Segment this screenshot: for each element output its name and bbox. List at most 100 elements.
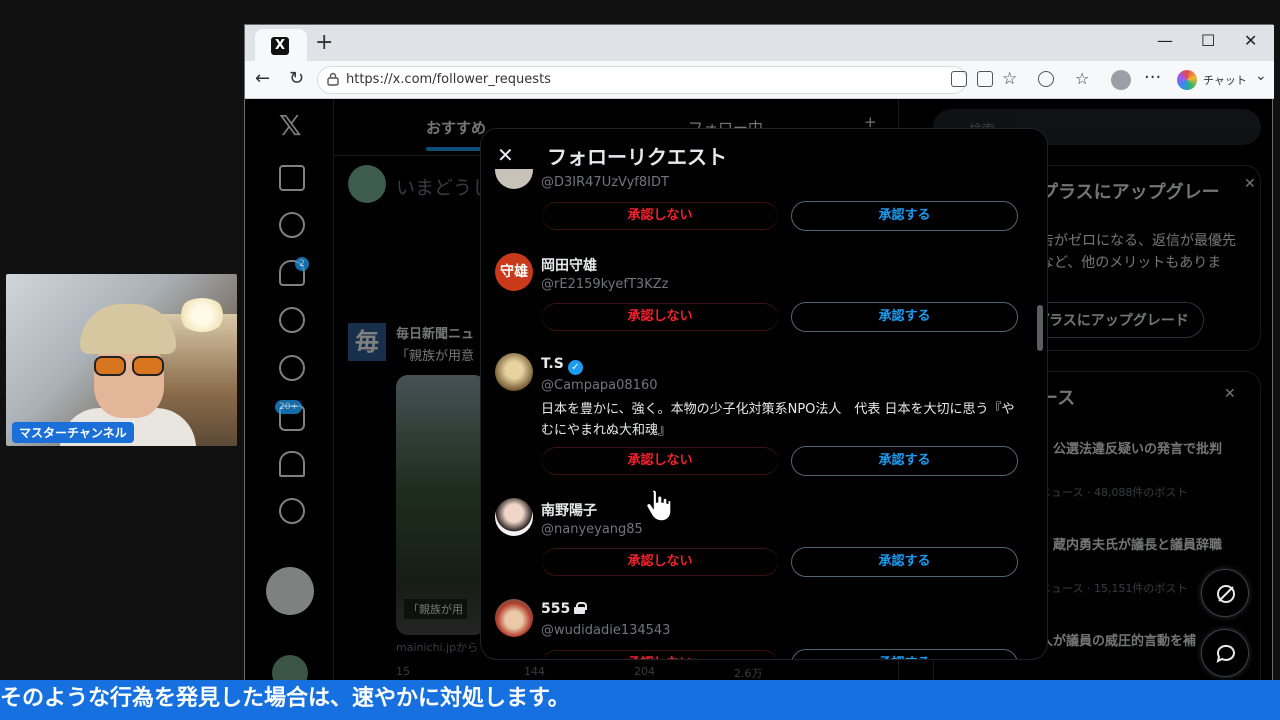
requester-avatar[interactable] (495, 599, 533, 637)
tab-recommended[interactable]: おすすめ (426, 117, 486, 138)
requester-handle[interactable]: @wudidadie134543 (541, 623, 670, 638)
back-button[interactable]: ← (255, 68, 270, 89)
active-tab-indicator (426, 147, 482, 151)
requester-bio: 日本を豊かに、強く。本物の少子化対策系NPO法人 代表 日本を大切に思う『やむに… (541, 402, 1015, 438)
news-item-title[interactable]: ・蔵内勇夫氏が議長と議員辞職 (1040, 534, 1222, 553)
webcam-overlay (6, 274, 237, 446)
composer-avatar (348, 165, 386, 203)
news-item-title[interactable]: 、公選法違反疑いの発言で批判 (1040, 438, 1222, 457)
chevron-down-icon[interactable]: ⌄ (1255, 68, 1267, 84)
tab-x[interactable]: X (255, 29, 307, 61)
post-author[interactable]: 毎日新聞ニュ (396, 323, 474, 342)
grok-fab-button[interactable] (1201, 569, 1249, 617)
requester-avatar[interactable] (495, 169, 533, 189)
reader-icon[interactable] (977, 71, 993, 87)
news-close-button[interactable]: ✕ (1224, 386, 1236, 402)
post-avatar[interactable]: 毎 (348, 323, 386, 361)
requester-handle[interactable]: @Campapa08160 (541, 378, 658, 393)
more-menu-icon[interactable]: ··· (1144, 67, 1161, 88)
post-link-source[interactable]: mainichi.jpから (396, 639, 478, 655)
webcam-label: マスターチャンネル (12, 422, 134, 443)
home-icon[interactable] (279, 165, 305, 191)
premium-upgrade-button[interactable]: プラスにアップグレード (1020, 302, 1204, 338)
news-item-meta: ニュース · 15,151件のポスト (1040, 582, 1188, 595)
modal-title: フォローリクエスト (547, 145, 727, 169)
messages-fab-button[interactable] (1201, 629, 1249, 677)
accept-button[interactable]: 承認する (791, 446, 1018, 476)
requester-handle[interactable]: @rE2159kyefT3KZz (541, 277, 668, 292)
accept-button[interactable]: 承認する (791, 649, 1018, 659)
post-text: 「親族が用意 (396, 349, 475, 364)
decline-button[interactable]: 承認しない (541, 649, 779, 659)
copilot-icon[interactable] (1177, 70, 1197, 90)
requester-name[interactable]: 南野陽子 (541, 500, 597, 520)
like-count[interactable]: 204 (634, 665, 655, 678)
requester-avatar[interactable] (495, 498, 533, 536)
accept-button[interactable]: 承認する (791, 547, 1018, 577)
news-item-title[interactable]: 人が議員の威圧的言動を補 (1040, 630, 1196, 649)
url-input[interactable]: https://x.com/follower_requests (317, 66, 967, 94)
accept-button[interactable]: 承認する (791, 302, 1018, 332)
decline-button[interactable]: 承認しない (541, 547, 779, 577)
modal-close-button[interactable]: ✕ (497, 143, 514, 167)
grok-icon[interactable] (279, 355, 305, 381)
premium-close-button[interactable]: ✕ (1244, 176, 1256, 192)
chat-label[interactable]: チャット (1203, 72, 1247, 88)
tab-grid-icon[interactable] (951, 71, 967, 87)
verified-badge-icon: ✓ (567, 360, 583, 375)
requester-avatar[interactable] (495, 353, 533, 391)
x-favicon-icon: X (271, 37, 289, 55)
communities-badge: 20+ (275, 400, 302, 414)
premium-text-2: など、他のメリットもありま (1040, 255, 1222, 271)
modal-scrollbar[interactable] (1037, 305, 1043, 351)
requester-name-row[interactable]: T.S ✓ (541, 356, 583, 375)
x-logo-icon[interactable]: 𝕏 (279, 109, 302, 142)
post-image[interactable] (396, 375, 486, 635)
close-window-button[interactable]: ✕ (1244, 31, 1257, 50)
decline-button[interactable]: 承認しない (541, 302, 779, 332)
reply-count[interactable]: 15 (396, 665, 410, 678)
post-image-caption: 「親族が用 (404, 599, 467, 619)
notifications-badge: 2 (295, 257, 309, 271)
profile-avatar[interactable] (1111, 70, 1131, 90)
x-app: 𝕏 2 20+ おすすめ フォロー中 + いまどうし 毎 毎日新聞ニュ 「親族が… (249, 99, 1270, 691)
search-icon[interactable] (279, 212, 305, 238)
favorite-star-icon[interactable]: ☆ (1002, 69, 1017, 89)
subtitle-bar: そのような行為を発見した場合は、速やかに対処します。 (0, 680, 1280, 720)
requester-handle[interactable]: @nanyeyang85 (541, 522, 643, 537)
decline-button[interactable]: 承認しない (541, 446, 779, 476)
grok-icon (1217, 585, 1235, 603)
maximize-button[interactable]: ☐ (1201, 31, 1215, 50)
address-bar-row: ← ↻ https://x.com/follower_requests ☆ ☆ … (245, 61, 1274, 99)
requester-name[interactable]: 岡田守雄 (541, 255, 597, 275)
requester-avatar[interactable]: 守雄 (495, 253, 533, 291)
refresh-button[interactable]: ↻ (289, 68, 304, 89)
repost-count[interactable]: 144 (524, 665, 545, 678)
messages-icon[interactable] (279, 307, 305, 333)
compose-button[interactable] (266, 567, 314, 615)
requester-name: 555 (541, 601, 571, 617)
hand-cursor-icon (646, 489, 672, 522)
protected-lock-icon (574, 602, 588, 614)
extensions-icon[interactable] (1038, 71, 1054, 87)
browser-window: X + — ☐ ✕ ← ↻ https://x.com/follower_req… (244, 24, 1274, 691)
lock-icon (327, 72, 339, 86)
premium-text-1: 告がゼロになる、返信が最優先 (1040, 233, 1236, 249)
compose-input[interactable]: いまどうし (396, 173, 491, 200)
new-tab-button[interactable]: + (315, 30, 333, 55)
requester-handle[interactable]: @D3IR47UzVyf8IDT (541, 175, 669, 190)
decline-button[interactable]: 承認しない (541, 201, 779, 231)
minimize-button[interactable]: — (1157, 31, 1173, 50)
requester-name-row[interactable]: 555 (541, 601, 588, 617)
more-circle-icon[interactable] (279, 498, 305, 524)
message-icon (1216, 644, 1235, 663)
url-text: https://x.com/follower_requests (346, 72, 551, 87)
follow-requests-modal: ✕ フォローリクエスト @D3IR47UzVyf8IDT 承認しない 承認する … (481, 129, 1047, 659)
tab-bar: X + — ☐ ✕ (245, 25, 1274, 61)
requester-name: T.S (541, 356, 564, 372)
view-count[interactable]: 2.6万 (734, 665, 763, 681)
premium-title: プラスにアップグレー (1040, 182, 1220, 203)
profile-icon[interactable] (279, 451, 305, 477)
favorites-icon[interactable]: ☆ (1075, 69, 1089, 88)
accept-button[interactable]: 承認する (791, 201, 1018, 231)
